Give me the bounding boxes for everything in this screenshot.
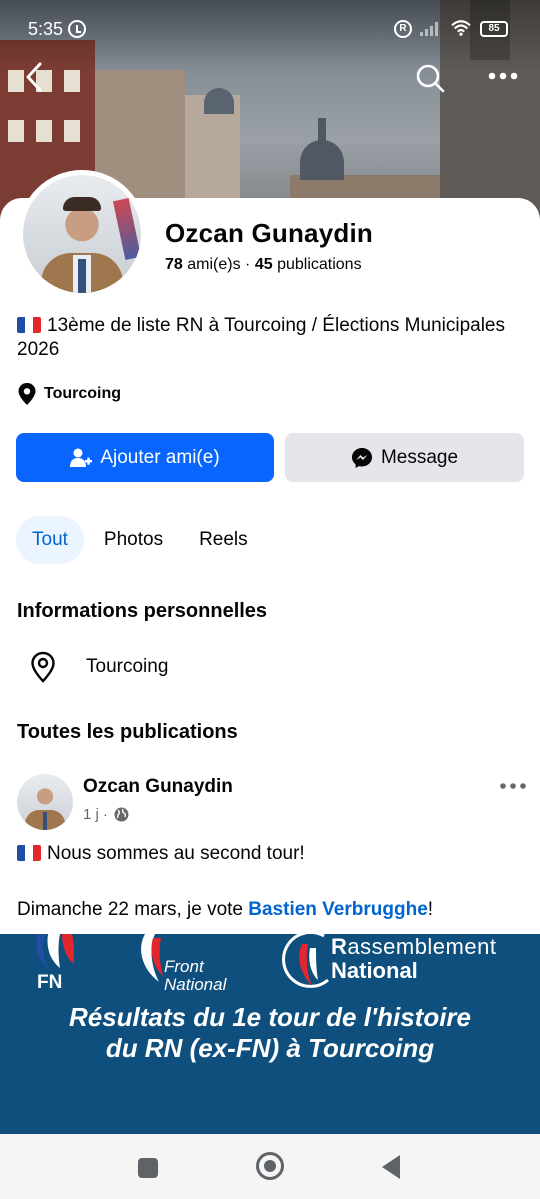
post-text-suffix: ! bbox=[427, 899, 434, 920]
front-line2: National bbox=[164, 975, 227, 994]
tagged-person-link[interactable]: Bastien Verbrugghe bbox=[248, 899, 428, 920]
friends-label[interactable]: ami(e)s bbox=[187, 256, 240, 273]
location-outline-icon bbox=[31, 651, 55, 683]
front-line1: Front bbox=[164, 957, 204, 976]
recent-apps-icon[interactable] bbox=[138, 1158, 158, 1178]
rn-flame-logo-icon bbox=[282, 934, 329, 988]
personal-info-title: Informations personnelles bbox=[17, 600, 268, 622]
posts-count: 45 bbox=[254, 256, 273, 273]
profile-location: Tourcoing bbox=[18, 382, 121, 406]
post-meta-separator: · bbox=[102, 806, 108, 823]
post-meta: 1 j · bbox=[83, 806, 129, 823]
front-national-text: Front National bbox=[164, 958, 226, 994]
back-nav-icon[interactable] bbox=[382, 1155, 400, 1179]
france-flag-icon bbox=[17, 845, 41, 861]
profile-tabs: Tout Photos Reels bbox=[16, 516, 268, 564]
fn-logo-text: FN bbox=[37, 972, 63, 993]
message-label: Message bbox=[380, 446, 459, 468]
profile-bio: 13ème de liste RN à Tourcoing / Élection… bbox=[17, 314, 517, 362]
globe-icon bbox=[114, 807, 129, 822]
france-flag-icon bbox=[17, 317, 41, 333]
stats-separator: · bbox=[245, 256, 251, 273]
tab-photos[interactable]: Photos bbox=[88, 516, 179, 564]
rn-text-line1: Rassemblement bbox=[331, 934, 496, 960]
rn-rest: assemblement bbox=[347, 934, 497, 959]
posts-label: publications bbox=[277, 256, 362, 273]
profile-stats: 78 ami(e)s · 45 publications bbox=[165, 256, 362, 274]
add-friend-button[interactable]: Ajouter ami(e) bbox=[16, 433, 274, 482]
profile-avatar[interactable] bbox=[23, 175, 141, 293]
alarm-icon bbox=[68, 20, 86, 38]
post-image-headline: Résultats du 1e tour de l'histoire du RN… bbox=[0, 1002, 540, 1064]
add-friend-icon bbox=[70, 448, 93, 467]
location-pin-icon bbox=[18, 383, 36, 405]
battery-icon: 85 bbox=[480, 21, 508, 37]
post-author-avatar[interactable] bbox=[17, 774, 73, 830]
wifi-icon bbox=[451, 20, 471, 36]
messenger-icon bbox=[351, 447, 372, 468]
post-text-prefix: Dimanche 22 mars, je vote bbox=[17, 899, 249, 920]
info-location-row: Tourcoing bbox=[30, 650, 168, 684]
headline-line1: Résultats du 1e tour de l'histoire bbox=[68, 1002, 472, 1032]
post-text-line1-body: Nous sommes au second tour! bbox=[47, 843, 305, 864]
posts-section-title: Toutes les publications bbox=[17, 721, 238, 743]
bio-text: 13ème de liste RN à Tourcoing / Élection… bbox=[17, 315, 505, 360]
more-options-icon[interactable] bbox=[486, 64, 520, 88]
rn-text-line2: National bbox=[331, 958, 418, 983]
back-icon[interactable] bbox=[20, 60, 52, 94]
tab-reels[interactable]: Reels bbox=[183, 516, 264, 564]
rn-cap: R bbox=[331, 934, 348, 959]
info-location-text: Tourcoing bbox=[86, 656, 169, 677]
home-icon[interactable] bbox=[256, 1152, 284, 1180]
status-bar: 5:35 R 85 bbox=[0, 16, 540, 44]
signal-icon bbox=[420, 22, 444, 36]
message-button[interactable]: Message bbox=[285, 433, 524, 482]
post-text-line1: Nous sommes au second tour! bbox=[17, 843, 305, 865]
friends-count[interactable]: 78 bbox=[165, 256, 183, 273]
post-time[interactable]: 1 j bbox=[83, 806, 99, 823]
post-text-line2: Dimanche 22 mars, je vote Bastien Verbru… bbox=[17, 899, 433, 921]
headline-line2: du RN (ex-FN) à Tourcoing bbox=[105, 1033, 435, 1063]
tab-all[interactable]: Tout bbox=[16, 516, 84, 564]
registered-icon: R bbox=[394, 20, 412, 38]
profile-name: Ozcan Gunaydin bbox=[165, 218, 373, 248]
location-text: Tourcoing bbox=[44, 385, 122, 402]
search-icon[interactable] bbox=[414, 62, 446, 94]
status-time: 5:35 bbox=[28, 19, 64, 39]
post-more-icon[interactable] bbox=[498, 778, 528, 794]
add-friend-label: Ajouter ami(e) bbox=[100, 446, 220, 468]
post-author-name[interactable]: Ozcan Gunaydin bbox=[83, 776, 233, 798]
